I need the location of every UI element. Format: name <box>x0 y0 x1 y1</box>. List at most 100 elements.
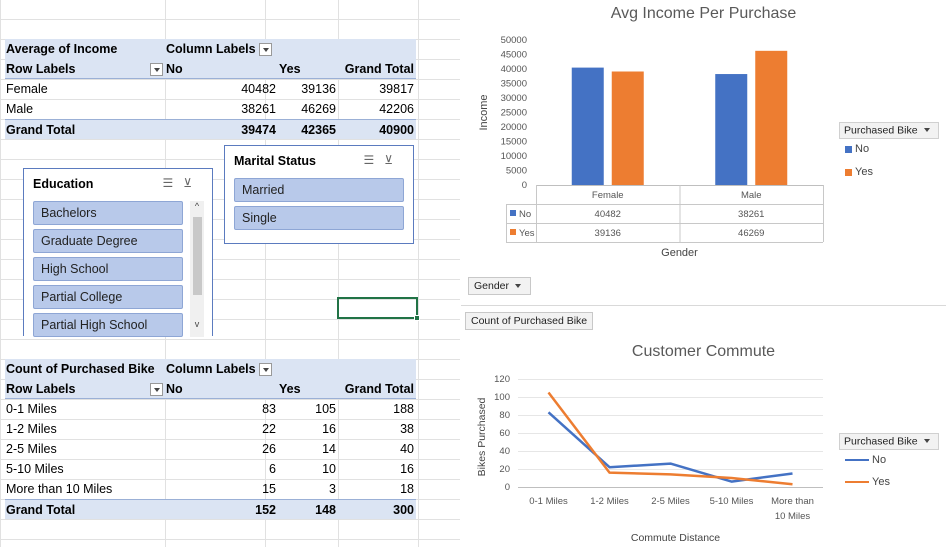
y-tick-label: 15000 <box>501 137 527 148</box>
pivot-row-female[interactable]: Female 40482 39136 39817 <box>5 79 416 99</box>
clear-filter-icon[interactable]: ⊻ <box>384 153 403 167</box>
education-slicer[interactable]: Education ☰⊻ Bachelors Graduate Degree H… <box>23 168 213 336</box>
y-axis-title: Income <box>478 94 490 130</box>
slicer-item-graduate-degree[interactable]: Graduate Degree <box>33 229 183 253</box>
bar-yes-female[interactable] <box>612 72 644 185</box>
legend-swatch <box>845 169 852 176</box>
bar-yes-male[interactable] <box>755 51 787 185</box>
category-label: 10 Miles <box>775 511 811 522</box>
slicer-item-partial-college[interactable]: Partial College <box>33 285 183 309</box>
slicer-title: Marital Status <box>234 154 316 168</box>
row-label: More than 10 Miles <box>6 479 112 499</box>
row-label: 5-10 Miles <box>6 459 64 479</box>
fill-handle[interactable] <box>414 315 420 321</box>
row-label: Male <box>6 99 33 119</box>
pivot-row[interactable]: 2-5 Miles 26 14 40 <box>5 439 416 459</box>
pivot-row[interactable]: More than 10 Miles 15 3 18 <box>5 479 416 499</box>
table-value: 38261 <box>738 209 764 220</box>
table-series-label: No <box>519 209 531 220</box>
cell-yes: 46269 <box>301 99 336 119</box>
pivot-corner-label: Average of Income <box>6 39 117 59</box>
cell-yes: 148 <box>315 500 336 520</box>
income-pivot-table[interactable]: Average of Income Column Labels Row Labe… <box>5 39 416 139</box>
pivot-row[interactable]: 5-10 Miles 6 10 16 <box>5 459 416 479</box>
pivot-row[interactable]: 1-2 Miles 22 16 38 <box>5 419 416 439</box>
cell-no: 152 <box>255 500 276 520</box>
multi-select-icon[interactable]: ☰ <box>363 153 384 167</box>
table-value: 40482 <box>595 209 621 220</box>
filter-dropdown-icon[interactable] <box>150 63 163 76</box>
series-line-no[interactable] <box>549 412 793 481</box>
cell-total: 300 <box>393 500 414 520</box>
commute-chart[interactable]: Count of Purchased Bike Customer Commute… <box>461 305 946 547</box>
slicer-item-high-school[interactable]: High School <box>33 257 183 281</box>
slicer-item-partial-high-school[interactable]: Partial High School <box>33 313 183 337</box>
cell-total: 38 <box>400 419 414 439</box>
col-header-grand-total: Grand Total <box>345 379 414 399</box>
cell-total: 18 <box>400 479 414 499</box>
cell-total: 16 <box>400 459 414 479</box>
pivot-row[interactable]: 0-1 Miles 83 105 188 <box>5 399 416 419</box>
commute-pivot-table[interactable]: Count of Purchased Bike Column Labels Ro… <box>5 359 416 519</box>
y-tick-label: 10000 <box>501 151 527 162</box>
bar-no-male[interactable] <box>715 74 747 185</box>
pivot-grand-total-row[interactable]: Grand Total 39474 42365 40900 <box>5 119 416 139</box>
cell-no: 6 <box>269 459 276 479</box>
row-labels-dropdown[interactable] <box>147 379 163 399</box>
scroll-thumb[interactable] <box>193 217 202 295</box>
filter-dropdown-icon[interactable] <box>150 383 163 396</box>
slicer-item-married[interactable]: Married <box>234 178 404 202</box>
legend-item-yes: Yes <box>845 476 890 488</box>
cell-total: 39817 <box>379 79 414 99</box>
cell-yes: 42365 <box>301 120 336 140</box>
y-tick-label: 30000 <box>501 93 527 104</box>
column-labels-header[interactable]: Column Labels <box>166 359 272 379</box>
filter-dropdown-icon[interactable] <box>259 363 272 376</box>
legend-item-no: No <box>845 143 869 155</box>
legend-item-no: No <box>845 454 886 466</box>
y-axis-title: Bikes Purchased <box>476 397 488 476</box>
col-header-yes: Yes <box>279 59 301 79</box>
table-legend-key <box>510 229 516 235</box>
filter-dropdown-icon[interactable] <box>259 43 272 56</box>
gender-field-button[interactable]: Gender <box>468 277 531 295</box>
slicer-item-bachelors[interactable]: Bachelors <box>33 201 183 225</box>
pivot-row-male[interactable]: Male 38261 46269 42206 <box>5 99 416 119</box>
cell-no: 15 <box>262 479 276 499</box>
scroll-up-icon[interactable]: ^ <box>190 201 204 211</box>
y-tick-label: 35000 <box>501 79 527 90</box>
marital-status-slicer[interactable]: Marital Status ☰⊻ Married Single <box>224 145 414 244</box>
row-labels-header: Row Labels <box>6 59 75 79</box>
dropdown-icon[interactable] <box>921 124 934 137</box>
selected-cell[interactable] <box>337 297 418 319</box>
row-label: Grand Total <box>6 500 75 520</box>
y-tick-label: 60 <box>499 428 510 439</box>
dropdown-icon[interactable] <box>921 435 934 448</box>
legend-field-button[interactable]: Purchased Bike <box>839 122 939 139</box>
y-tick-label: 120 <box>494 374 510 385</box>
clear-filter-icon[interactable]: ⊻ <box>183 176 202 190</box>
dropdown-icon[interactable] <box>512 280 525 293</box>
cell-yes: 14 <box>322 439 336 459</box>
slicer-item-single[interactable]: Single <box>234 206 404 230</box>
cell-total: 188 <box>393 399 414 419</box>
slicer-scrollbar[interactable]: ^ v <box>190 201 204 337</box>
y-tick-label: 20000 <box>501 122 527 133</box>
category-label: Female <box>592 190 624 201</box>
bar-no-female[interactable] <box>572 68 604 185</box>
series-line-yes[interactable] <box>549 393 793 485</box>
income-chart[interactable]: Avg Income Per Purchase 0500010000150002… <box>461 0 946 300</box>
legend-label: Yes <box>855 166 873 178</box>
pivot-grand-total-row[interactable]: Grand Total 152 148 300 <box>5 499 416 519</box>
column-labels-text: Column Labels <box>166 362 256 376</box>
multi-select-icon[interactable]: ☰ <box>162 176 183 190</box>
cell-no: 39474 <box>241 120 276 140</box>
cell-total: 40 <box>400 439 414 459</box>
legend-swatch <box>845 459 869 461</box>
category-label: 0-1 Miles <box>529 496 568 507</box>
legend-field-button[interactable]: Purchased Bike <box>839 433 939 450</box>
scroll-down-icon[interactable]: v <box>190 319 204 329</box>
x-axis-title: Gender <box>661 247 698 259</box>
column-labels-header[interactable]: Column Labels <box>166 39 272 59</box>
row-labels-dropdown[interactable] <box>147 59 163 79</box>
